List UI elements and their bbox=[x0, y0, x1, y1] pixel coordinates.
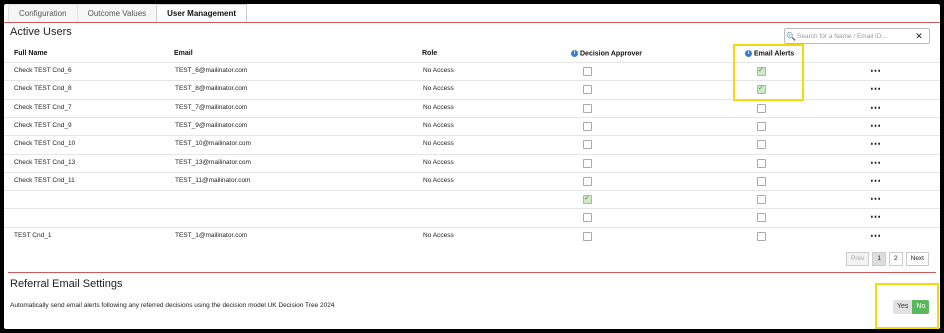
header-full-name: Full Name bbox=[14, 50, 48, 57]
tab-configuration[interactable]: Configuration bbox=[8, 4, 78, 23]
pagination: Prev 1 2 Next bbox=[846, 252, 929, 266]
header-role: Role bbox=[422, 50, 438, 57]
header-email: Email bbox=[174, 50, 193, 57]
email-alerts-checkbox[interactable] bbox=[757, 158, 766, 168]
user-full-name: TEST Cnd_1 bbox=[14, 231, 52, 239]
email-alerts-checkbox[interactable] bbox=[757, 231, 766, 241]
page-2-button[interactable]: 2 bbox=[889, 252, 903, 266]
next-page-button[interactable]: Next bbox=[905, 252, 929, 266]
table-row: Check TEST Cnd_11 TEST_11@mailinator.com N… bbox=[4, 171, 940, 191]
page-1-button[interactable]: 1 bbox=[872, 252, 886, 266]
tab-bar: Configuration Outcome Values User Manage… bbox=[8, 4, 248, 24]
more-actions-icon[interactable]: ⋯ bbox=[870, 156, 881, 169]
email-alerts-checkbox[interactable] bbox=[757, 103, 766, 113]
decision-approver-checkbox[interactable] bbox=[583, 103, 592, 113]
user-email: TEST_7@mailinator.com bbox=[175, 103, 248, 111]
email-alerts-checkbox[interactable] bbox=[757, 213, 766, 223]
user-full-name: Check TEST Cnd_8 bbox=[14, 85, 72, 93]
user-role: No Access bbox=[423, 85, 454, 93]
user-role: No Access bbox=[423, 67, 454, 74]
header-email-alerts: i Email Alerts bbox=[745, 50, 794, 57]
user-email: TEST_11@mailinator.com bbox=[175, 176, 251, 184]
user-email: TEST_6@mailinator.com bbox=[175, 67, 248, 74]
email-alerts-checkbox[interactable] bbox=[757, 66, 766, 76]
more-actions-icon[interactable]: ⋯ bbox=[870, 82, 881, 95]
user-full-name: Check TEST Cnd_6 bbox=[14, 67, 72, 74]
email-alerts-checkbox[interactable] bbox=[757, 140, 766, 150]
tab-user-management[interactable]: User Management bbox=[156, 4, 248, 23]
decision-approver-checkbox[interactable] bbox=[583, 176, 592, 186]
search-icon: 🔍 bbox=[786, 31, 796, 41]
table-row: Check TEST Cnd_6 TEST_6@mailinator.com No … bbox=[4, 62, 940, 81]
table-row: Check TEST Cnd_13 TEST_13@mailinator.com N… bbox=[4, 153, 940, 173]
user-email: TEST_1@mailinator.com bbox=[175, 231, 248, 239]
user-full-name: Check TEST Cnd_7 bbox=[14, 103, 72, 111]
header-decision-approver-label: Decision Approver bbox=[580, 50, 642, 58]
referral-description: Automatically send email alerts followin… bbox=[10, 302, 335, 309]
email-alerts-checkbox[interactable] bbox=[757, 176, 766, 186]
table-row: ⋯ bbox=[4, 208, 940, 227]
user-role: No Access bbox=[423, 231, 454, 239]
table-row: TEST Cnd_1 TEST_1@mailinator.com No Access… bbox=[4, 226, 940, 246]
header-decision-approver: i Decision Approver bbox=[571, 50, 642, 57]
email-alerts-checkbox[interactable] bbox=[757, 121, 766, 131]
table-row: Check TEST Cnd_10 TEST_10@mailinator.com N… bbox=[4, 135, 940, 154]
decision-approver-checkbox[interactable] bbox=[583, 194, 592, 205]
tab-divider bbox=[4, 22, 940, 23]
user-email: TEST_8@mailinator.com bbox=[175, 85, 248, 93]
user-email: TEST_13@mailinator.com bbox=[175, 158, 251, 166]
user-email: TEST_9@mailinator.com bbox=[175, 121, 248, 129]
more-actions-icon[interactable]: ⋯ bbox=[870, 137, 881, 150]
user-role: No Access bbox=[423, 103, 454, 111]
user-full-name: Check TEST Cnd_9 bbox=[14, 121, 72, 129]
more-actions-icon[interactable]: ⋯ bbox=[870, 174, 881, 187]
more-actions-icon[interactable]: ⋯ bbox=[870, 210, 881, 223]
decision-approver-checkbox[interactable] bbox=[583, 67, 592, 76]
yes-button[interactable]: Yes bbox=[893, 300, 913, 314]
info-icon[interactable]: i bbox=[745, 50, 752, 57]
email-alerts-checkbox[interactable] bbox=[757, 84, 766, 95]
decision-approver-checkbox[interactable] bbox=[583, 213, 592, 223]
decision-approver-checkbox[interactable] bbox=[583, 140, 592, 150]
table-row: Check TEST Cnd_9 TEST_9@mailinator.com No … bbox=[4, 116, 940, 136]
header-email-alerts-label: Email Alerts bbox=[754, 50, 795, 58]
more-actions-icon[interactable]: ⋯ bbox=[870, 101, 881, 114]
user-full-name: Check TEST Cnd_10 bbox=[14, 140, 76, 148]
clear-search-icon[interactable]: ✕ bbox=[913, 31, 925, 42]
more-actions-icon[interactable]: ⋯ bbox=[870, 229, 881, 242]
user-management-panel: Configuration Outcome Values User Manage… bbox=[4, 4, 940, 329]
user-role: No Access bbox=[423, 140, 454, 148]
user-email: TEST_10@mailinator.com bbox=[175, 140, 251, 148]
referral-divider bbox=[8, 272, 936, 273]
referral-toggle: Yes No bbox=[893, 300, 930, 314]
decision-approver-checkbox[interactable] bbox=[583, 121, 592, 131]
prev-page-button[interactable]: Prev bbox=[846, 252, 870, 266]
more-actions-icon[interactable]: ⋯ bbox=[870, 119, 881, 132]
more-actions-icon[interactable]: ⋯ bbox=[870, 64, 881, 77]
user-full-name: Check TEST Cnd_11 bbox=[14, 176, 75, 184]
table-row: Check TEST Cnd_8 TEST_8@mailinator.com No … bbox=[4, 80, 940, 99]
decision-approver-checkbox[interactable] bbox=[583, 231, 592, 241]
table-row: ⋯ bbox=[4, 190, 940, 209]
tab-outcome-values[interactable]: Outcome Values bbox=[76, 4, 158, 23]
more-actions-icon[interactable]: ⋯ bbox=[870, 192, 881, 205]
user-role: No Access bbox=[423, 121, 454, 129]
no-button[interactable]: No bbox=[912, 300, 930, 314]
email-alerts-checkbox[interactable] bbox=[757, 195, 766, 205]
table-row: Check TEST Cnd_7 TEST_7@mailinator.com No … bbox=[4, 98, 940, 118]
decision-approver-checkbox[interactable] bbox=[583, 158, 592, 168]
decision-approver-checkbox[interactable] bbox=[583, 85, 592, 95]
info-icon[interactable]: i bbox=[571, 50, 578, 57]
user-full-name: Check TEST Cnd_13 bbox=[14, 158, 76, 166]
search-input[interactable] bbox=[797, 30, 913, 42]
user-role: No Access bbox=[423, 158, 454, 166]
active-users-title: Active Users bbox=[10, 26, 72, 38]
referral-title: Referral Email Settings bbox=[10, 278, 123, 290]
user-role: No Access bbox=[423, 176, 454, 184]
search-box: 🔍 ✕ bbox=[784, 28, 930, 44]
